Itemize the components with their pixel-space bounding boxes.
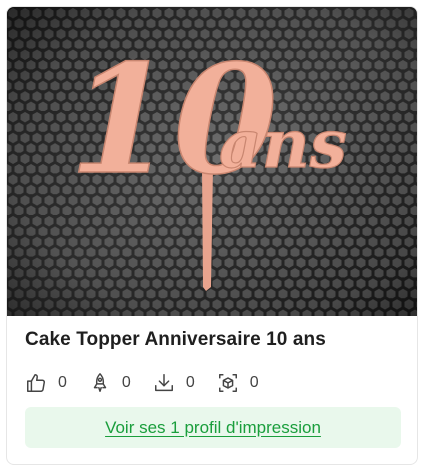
boosts-stat[interactable]: 0 [89,372,131,394]
downloads-stat[interactable]: 0 [153,372,195,394]
topper-word-text: ans [219,105,347,183]
thumbnail-image: 10 ans [7,7,417,316]
thumbs-up-icon [27,374,45,392]
boosts-count: 0 [121,374,131,391]
model-stats: 0 0 0 0 [25,372,259,394]
view-print-profiles-link[interactable]: Voir ses 1 profil d'impression [105,418,321,438]
rocket-icon [93,373,107,392]
likes-count: 0 [58,374,67,391]
makes-stat[interactable]: 0 [217,372,259,394]
cube-scan-icon [218,374,237,392]
download-icon [154,374,173,392]
model-title[interactable]: Cake Topper Anniversaire 10 ans [25,329,326,351]
downloads-count: 0 [185,374,195,391]
print-profiles-banner: Voir ses 1 profil d'impression [25,407,401,448]
model-thumbnail[interactable]: 10 ans [7,7,417,316]
makes-count: 0 [249,374,259,391]
model-card[interactable]: 10 ans Cake Topper Anniversaire 10 ans 0… [6,6,418,465]
likes-stat[interactable]: 0 [25,372,67,394]
